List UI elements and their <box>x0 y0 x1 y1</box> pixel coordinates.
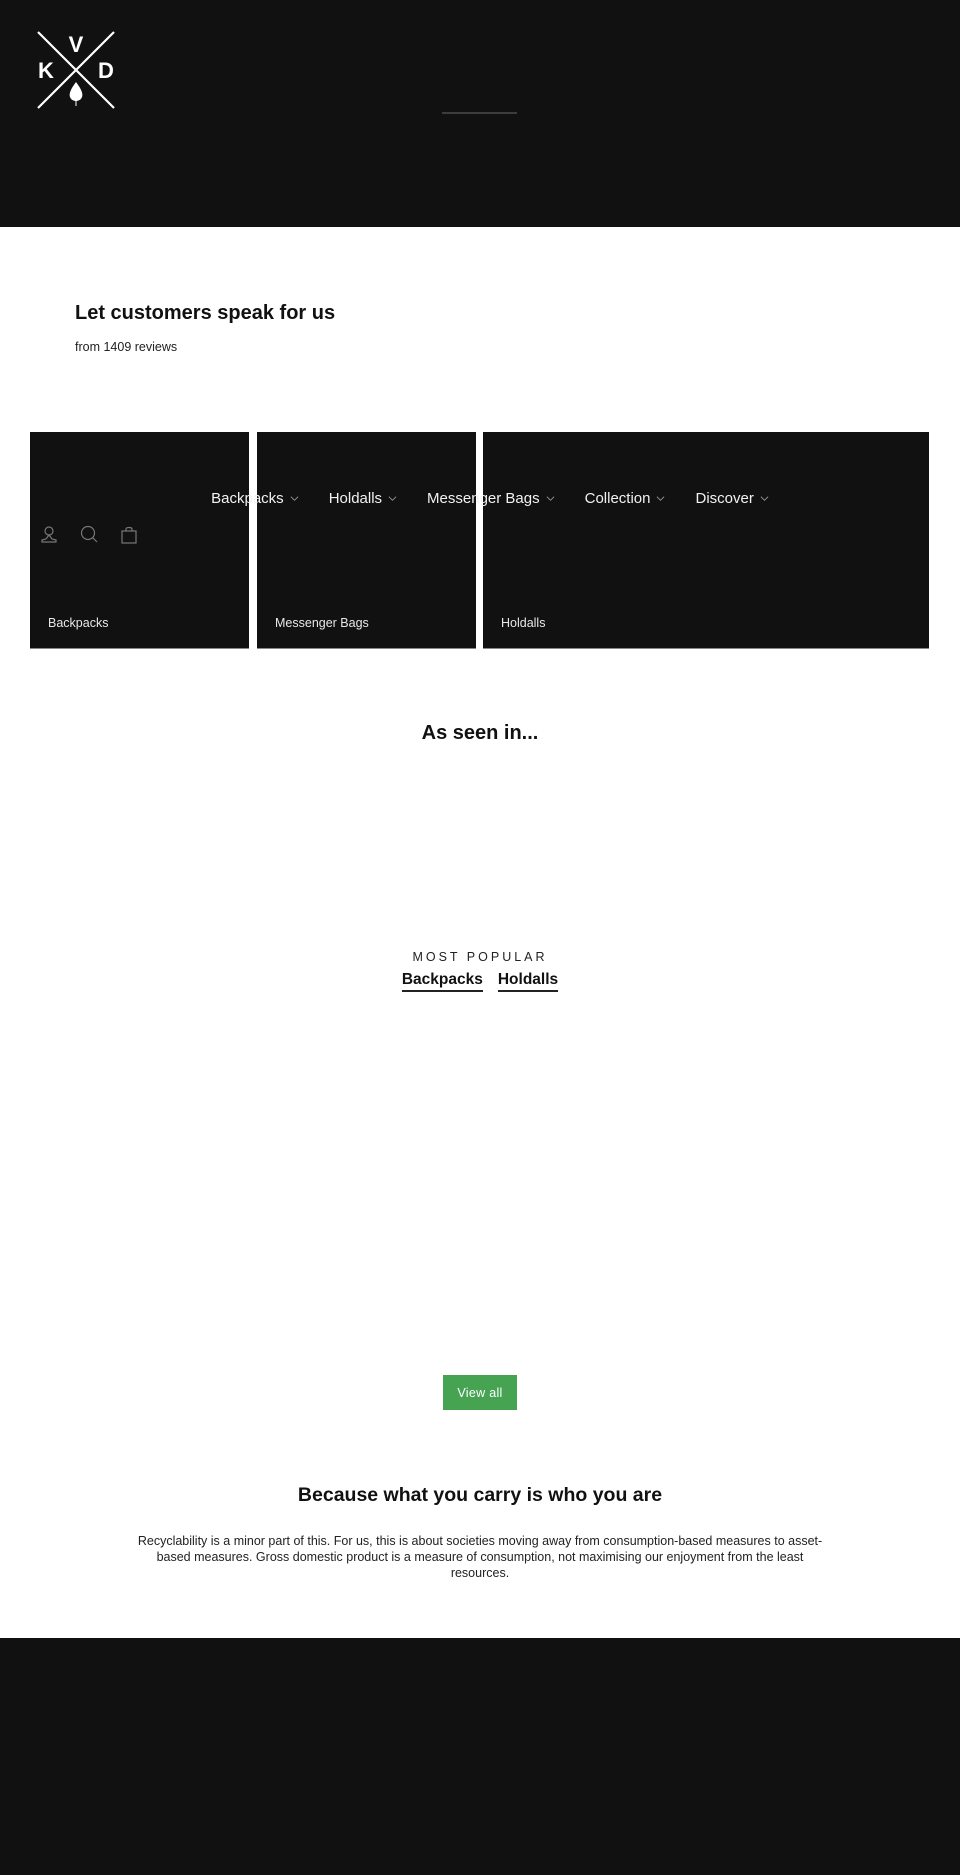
chevron-down-icon <box>546 496 555 501</box>
search-icon[interactable] <box>80 525 98 545</box>
chevron-down-icon <box>388 496 397 501</box>
cart-bag-icon[interactable] <box>120 525 138 545</box>
tab-backpacks[interactable]: Backpacks <box>401 970 483 992</box>
user-icon[interactable] <box>40 525 58 545</box>
popular-tabs: Backpacks Holdalls <box>0 970 960 992</box>
tile-caption: Backpacks <box>48 616 109 630</box>
leaf-icon <box>69 82 83 101</box>
reviews-title: Let customers speak for us <box>75 302 336 324</box>
nav-label: Messenger Bags <box>427 490 540 507</box>
loading-bar <box>442 112 517 114</box>
site-header: V K D <box>0 0 960 227</box>
nav-item-backpacks[interactable]: Backpacks <box>211 490 299 507</box>
tile-caption: Messenger Bags <box>275 616 369 630</box>
kvd-logo-icon: V K D <box>37 31 115 109</box>
most-popular-section: MOST POPULAR Backpacks Holdalls <box>0 950 960 992</box>
mission-title: Because what you carry is who you are <box>297 1484 663 1506</box>
nav-label: Collection <box>584 490 651 507</box>
chevron-down-icon <box>760 496 769 501</box>
mission-body: Recyclability is a minor part of this. F… <box>137 1534 823 1580</box>
main-nav: Backpacks Holdalls Messenger Bags Collec… <box>0 490 960 507</box>
nav-item-discover[interactable]: Discover <box>695 490 769 507</box>
tab-holdalls[interactable]: Holdalls <box>497 970 559 992</box>
logo-letter-v: V <box>69 32 84 57</box>
tile-caption: Holdalls <box>501 616 546 630</box>
as-seen-in-title: As seen in... <box>421 722 539 744</box>
nav-label: Backpacks <box>211 490 284 507</box>
nav-item-messenger-bags[interactable]: Messenger Bags <box>427 490 555 507</box>
nav-label: Discover <box>695 490 754 507</box>
most-popular-eyebrow: MOST POPULAR <box>412 950 548 964</box>
nav-item-holdalls[interactable]: Holdalls <box>329 490 397 507</box>
reviews-count: from 1409 reviews <box>75 340 178 354</box>
nav-item-collection[interactable]: Collection <box>585 490 666 507</box>
chevron-down-icon <box>290 496 299 501</box>
brand-logo[interactable]: V K D <box>36 30 116 110</box>
mission-section: Because what you carry is who you are Re… <box>0 1484 960 1581</box>
view-all-button[interactable]: View all <box>443 1375 517 1410</box>
collection-tile-messenger-bags[interactable]: Messenger Bags <box>257 432 476 649</box>
header-icons <box>40 525 138 545</box>
logo-letter-d: D <box>98 58 114 83</box>
chevron-down-icon <box>657 496 665 501</box>
reviews-section: Let customers speak for us from 1409 rev… <box>75 300 335 354</box>
site-footer <box>0 1638 960 1875</box>
logo-letter-k: K <box>38 58 54 83</box>
nav-label: Holdalls <box>328 490 383 507</box>
collection-tile-holdalls[interactable]: Holdalls <box>483 432 929 649</box>
